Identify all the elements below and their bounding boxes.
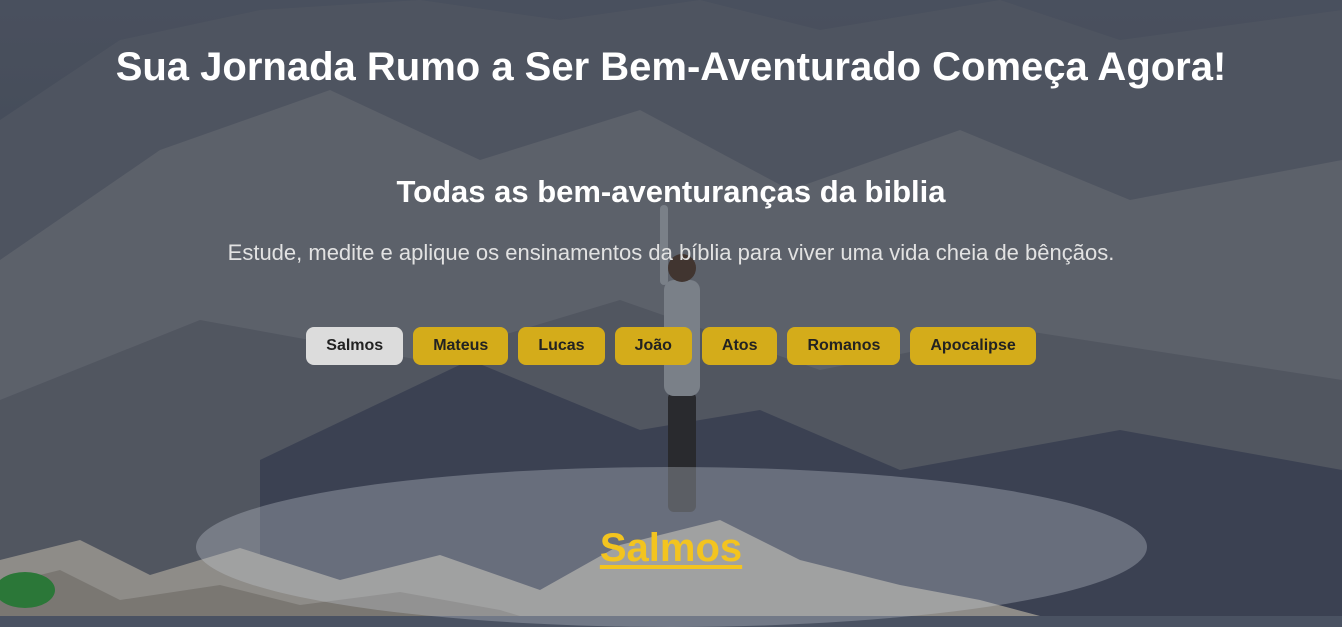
book-button-atos[interactable]: Atos <box>701 327 778 365</box>
book-heading: Salmos <box>0 524 1342 572</box>
book-button-joao[interactable]: João <box>614 327 692 365</box>
book-button-lucas[interactable]: Lucas <box>518 327 605 365</box>
book-button-romanos[interactable]: Romanos <box>787 327 901 365</box>
book-button-mateus[interactable]: Mateus <box>413 327 509 365</box>
book-button-apocalipse[interactable]: Apocalipse <box>910 327 1036 365</box>
page-title: Sua Jornada Rumo a Ser Bem-Aventurado Co… <box>115 45 1227 89</box>
book-button-salmos[interactable]: Salmos <box>306 327 404 365</box>
section-subtitle: Estude, medite e aplique os ensinamentos… <box>227 240 1115 265</box>
section-title: Todas as bem-aventuranças da biblia <box>396 174 946 209</box>
book-filter-nav: Salmos Mateus Lucas João Atos Romanos Ap… <box>0 327 1342 365</box>
book-heading-link[interactable]: Salmos <box>600 526 742 570</box>
